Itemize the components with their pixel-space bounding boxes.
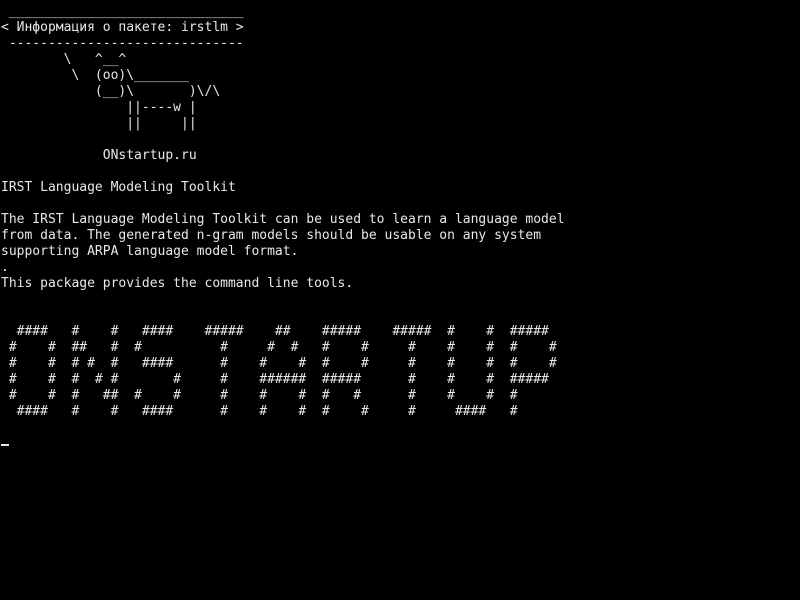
banner-line: # # # # # #### # # # # # # # # # # [1,356,557,371]
banner-line: # # # # # # # ###### ##### # # # ##### [1,372,549,387]
description-line: from data. The generated n-gram models s… [1,228,542,243]
banner-line: # # ## # # # # # # # # # # # # [1,340,557,355]
terminal-screen[interactable]: ______________________________ < Информа… [0,0,800,600]
banner-line: #### # # #### # # # # # # #### # [1,404,518,419]
terminal-output: ______________________________ < Информа… [1,4,799,420]
cowsay-art-line: \ ^__^ [1,52,127,67]
cowsay-message: < Информация о пакете: irstlm > [1,20,244,35]
description-line: The IRST Language Modeling Toolkit can b… [1,212,565,227]
terminal-cursor [1,444,9,446]
description-line: This package provides the command line t… [1,276,354,291]
banner-line: # # # ## # # # # # # # # # # # [1,388,518,403]
cowsay-top-border: ______________________________ [1,4,244,19]
description-line: supporting ARPA language model format. [1,244,299,259]
package-title: IRST Language Modeling Toolkit [1,180,236,195]
banner-line: #### # # #### ##### ## ##### ##### # # #… [1,324,549,339]
cowsay-art-line: \ (oo)\_______ [1,68,189,83]
cowsay-art-line: || || [1,116,197,131]
description-line: . [1,260,9,275]
cowsay-bottom-border: ------------------------------ [1,36,244,51]
cowsay-art-line: ||----w | [1,100,197,115]
site-name: ONstartup.ru [1,148,197,163]
cowsay-art-line: (__)\ )\/\ [1,84,221,99]
